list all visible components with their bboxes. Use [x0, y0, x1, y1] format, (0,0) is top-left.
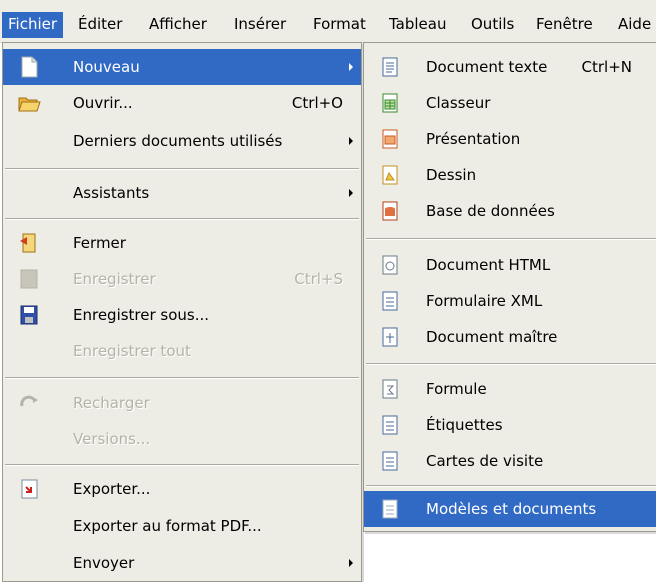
- submenu-item-document-maitre[interactable]: Document maître: [364, 319, 656, 355]
- menu-item-envoyer[interactable]: Envoyer: [3, 545, 361, 581]
- menu-separator: [5, 377, 359, 379]
- menu-separator: [5, 464, 359, 466]
- submenu-item-base-de-donnees[interactable]: Base de données: [364, 193, 656, 229]
- menu-separator: [366, 485, 656, 487]
- submenu-item-cartes-de-visite[interactable]: Cartes de visite: [364, 443, 656, 479]
- save-icon: [17, 267, 41, 291]
- close-document-icon: [17, 231, 41, 255]
- presentation-icon: [378, 127, 402, 151]
- menu-item-recharger[interactable]: Recharger: [3, 385, 361, 421]
- menu-item-nouveau[interactable]: Nouveau: [3, 49, 361, 85]
- menu-item-assistants[interactable]: Assistants: [3, 175, 361, 211]
- submenu-item-formulaire-xml[interactable]: Formulaire XML: [364, 283, 656, 319]
- menu-format[interactable]: Format: [307, 12, 372, 38]
- menu-outils[interactable]: Outils: [465, 12, 520, 38]
- database-icon: [378, 199, 402, 223]
- menu-separator: [5, 218, 359, 220]
- submenu-arrow-icon: [349, 137, 353, 145]
- drawing-icon: [378, 163, 402, 187]
- submenu-arrow-icon: [349, 559, 353, 567]
- submenu-item-document-html[interactable]: Document HTML: [364, 247, 656, 283]
- formula-icon: [378, 377, 402, 401]
- file-menu: Nouveau Ouvrir... Ctrl+O Derniers docume…: [2, 42, 362, 582]
- business-cards-icon: [378, 449, 402, 473]
- submenu-item-classeur[interactable]: Classeur: [364, 85, 656, 121]
- text-document-icon: [378, 55, 402, 79]
- menu-item-ouvrir[interactable]: Ouvrir... Ctrl+O: [3, 85, 361, 121]
- menu-fichier[interactable]: Fichier: [2, 12, 64, 38]
- submenu-arrow-icon: [349, 189, 353, 197]
- menu-item-versions[interactable]: Versions...: [3, 421, 361, 457]
- xml-form-icon: [378, 289, 402, 313]
- menu-item-enregistrer-sous[interactable]: Enregistrer sous...: [3, 297, 361, 333]
- new-document-icon: [17, 55, 41, 79]
- menu-separator: [366, 363, 656, 365]
- menu-separator: [5, 168, 359, 170]
- menu-item-enregistrer-tout[interactable]: Enregistrer tout: [3, 333, 361, 369]
- menu-item-exporter-pdf[interactable]: Exporter au format PDF...: [3, 508, 361, 544]
- submenu-item-dessin[interactable]: Dessin: [364, 157, 656, 193]
- menu-fenetre[interactable]: Fenêtre: [530, 12, 599, 38]
- menu-afficher[interactable]: Afficher: [143, 12, 213, 38]
- reload-icon: [17, 391, 41, 415]
- menu-item-derniers-documents[interactable]: Derniers documents utilisés: [3, 123, 361, 159]
- menu-item-exporter[interactable]: Exporter...: [3, 471, 361, 507]
- menu-item-enregistrer[interactable]: Enregistrer Ctrl+S: [3, 261, 361, 297]
- menu-editer[interactable]: Éditer: [72, 12, 128, 38]
- export-icon: [17, 477, 41, 501]
- save-as-icon: [17, 303, 41, 327]
- new-submenu: Document texte Ctrl+N Classeur Présentat…: [363, 42, 656, 532]
- open-folder-icon: [17, 91, 41, 115]
- submenu-item-document-texte[interactable]: Document texte Ctrl+N: [364, 49, 656, 85]
- labels-icon: [378, 413, 402, 437]
- templates-icon: [378, 497, 402, 521]
- menu-tableau[interactable]: Tableau: [383, 12, 453, 38]
- spreadsheet-icon: [378, 91, 402, 115]
- menu-item-fermer[interactable]: Fermer: [3, 225, 361, 261]
- menu-bar: Fichier Éditer Afficher Insérer Format T…: [0, 0, 656, 43]
- html-document-icon: [378, 253, 402, 277]
- menu-inserer[interactable]: Insérer: [228, 12, 292, 38]
- menu-aide[interactable]: Aide: [612, 12, 656, 38]
- submenu-arrow-icon: [349, 63, 353, 71]
- submenu-item-etiquettes[interactable]: Étiquettes: [364, 407, 656, 443]
- menu-separator: [366, 238, 656, 240]
- submenu-item-presentation[interactable]: Présentation: [364, 121, 656, 157]
- master-document-icon: [378, 325, 402, 349]
- submenu-item-modeles-et-documents[interactable]: Modèles et documents: [364, 491, 656, 527]
- submenu-item-formule[interactable]: Formule: [364, 371, 656, 407]
